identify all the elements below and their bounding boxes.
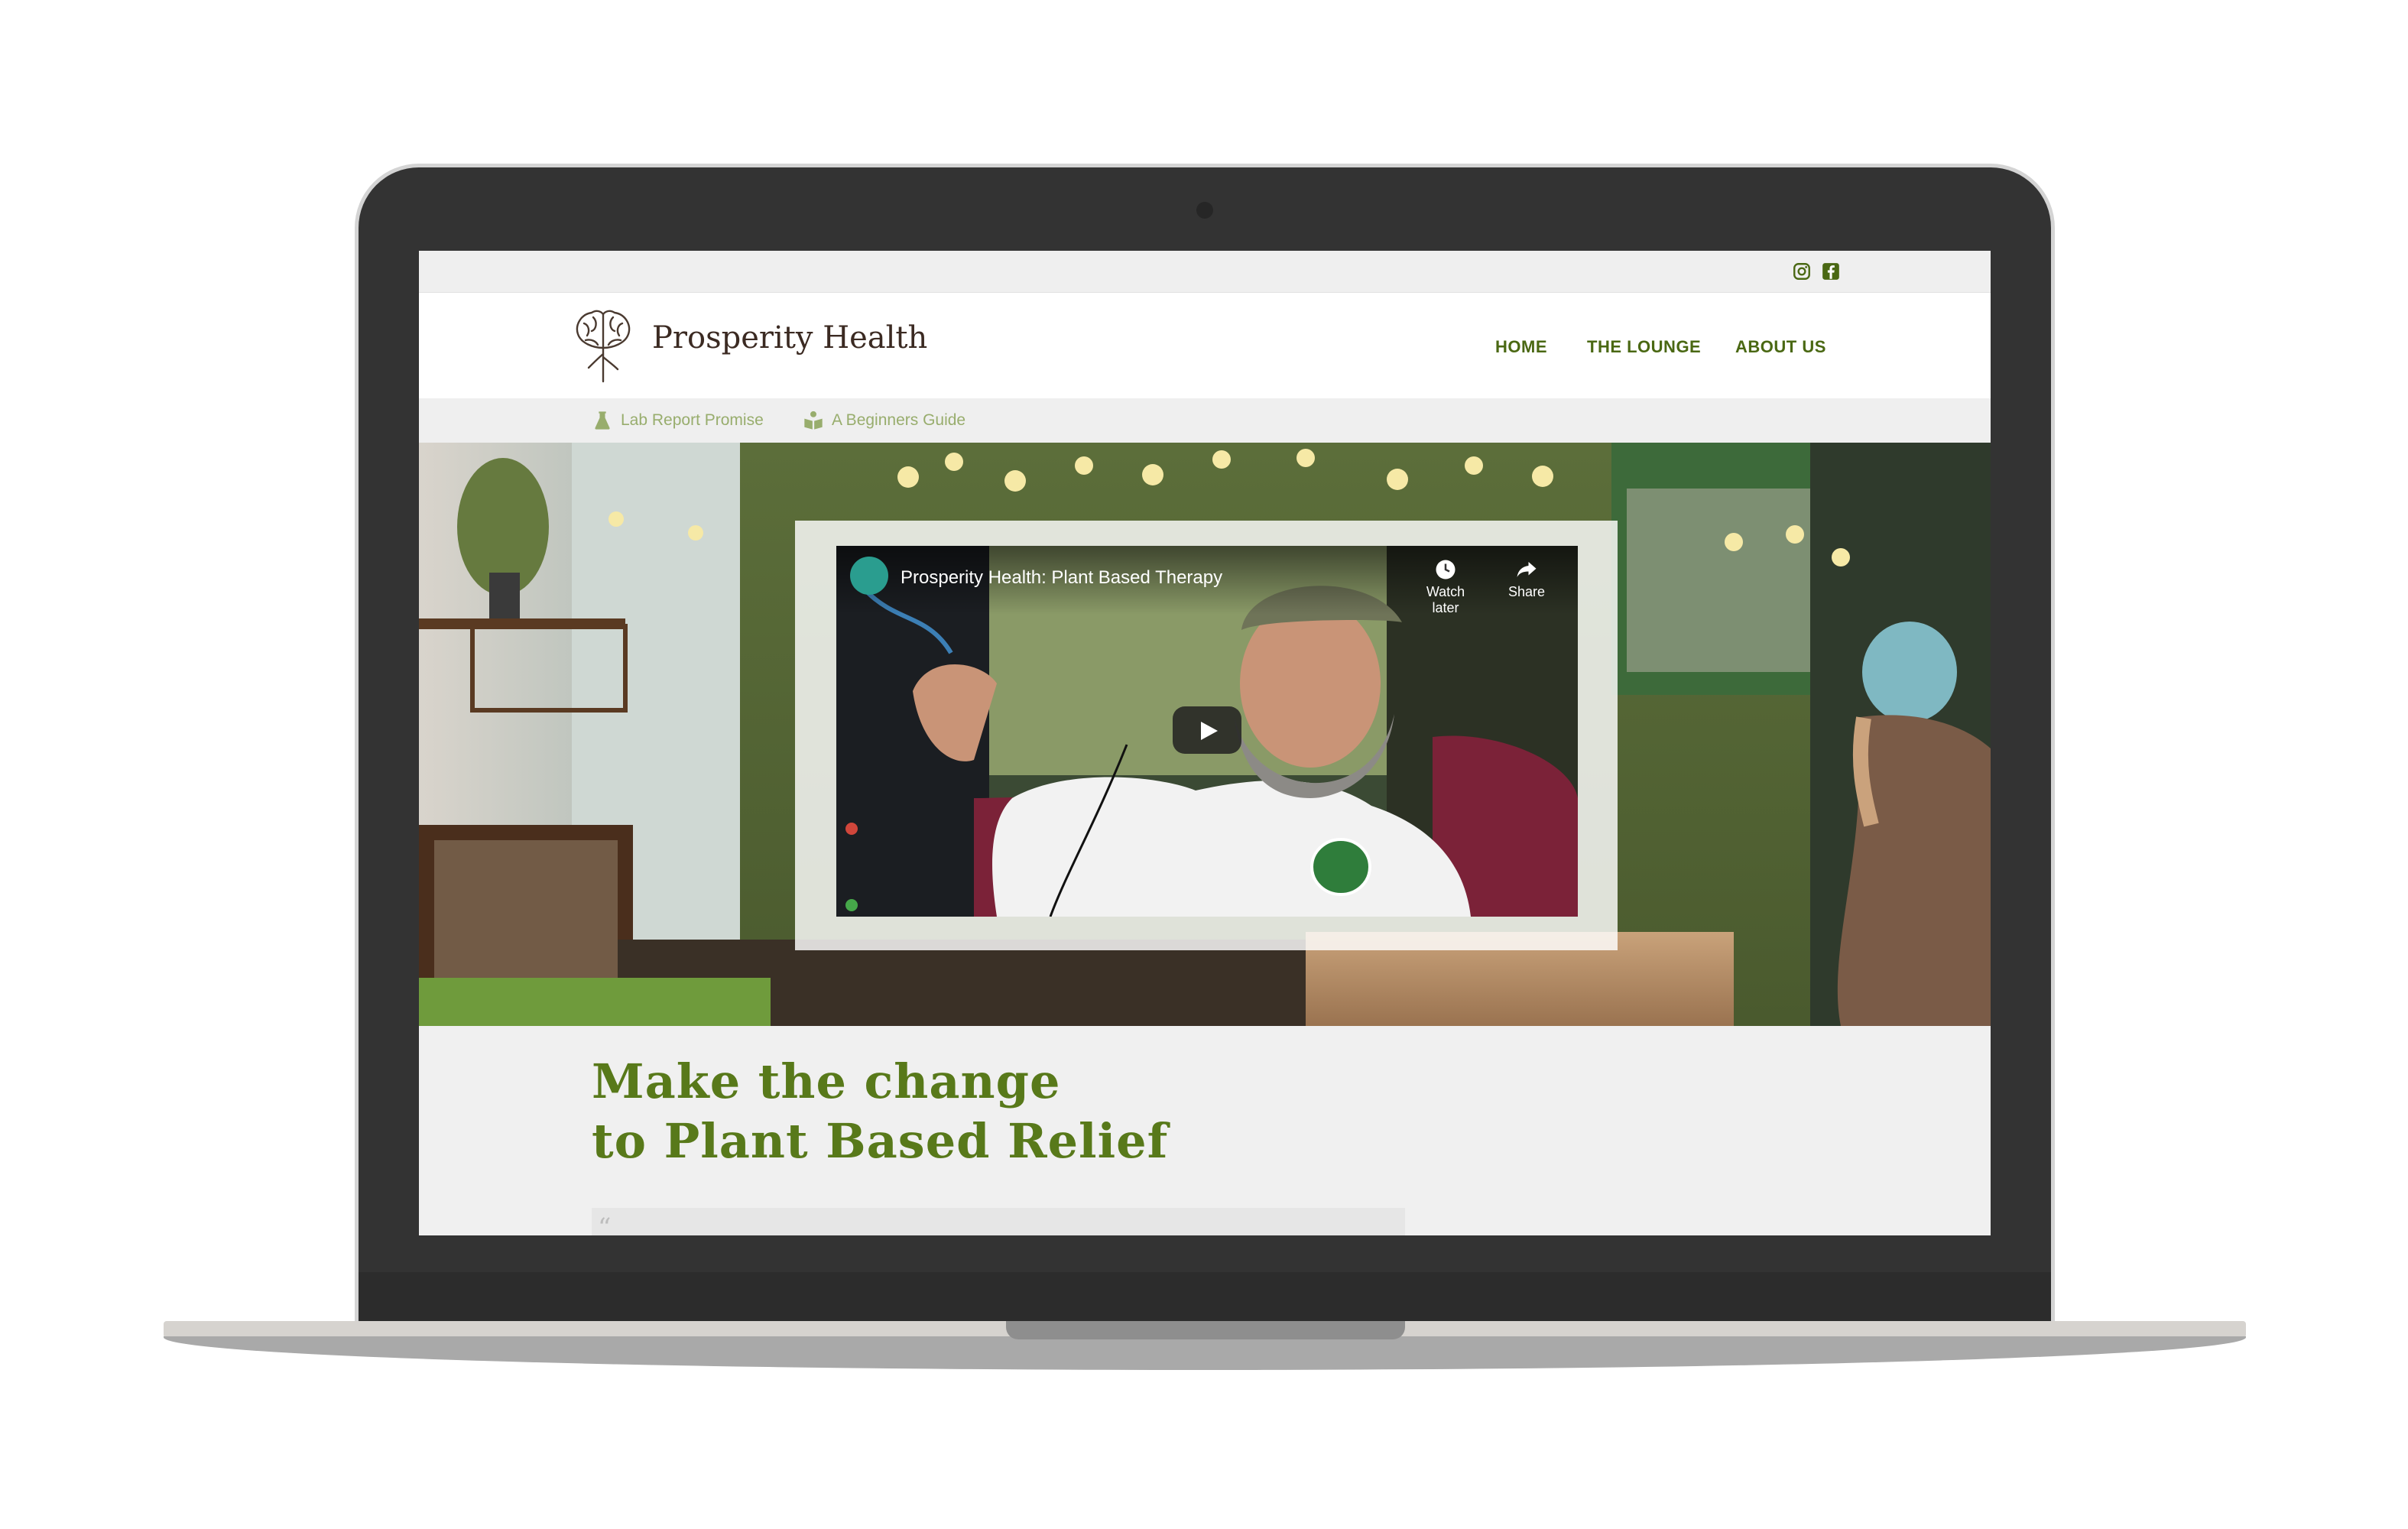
- watch-later-button[interactable]: Watch later: [1411, 558, 1480, 616]
- share-label: Share: [1507, 584, 1546, 599]
- watch-later-label: Watch later: [1426, 584, 1465, 615]
- subnav-label: A Beginners Guide: [832, 411, 966, 429]
- flask-icon: [595, 411, 610, 430]
- book-reader-icon: [804, 411, 823, 430]
- youtube-video-embed[interactable]: Prosperity Health: Plant Based Therapy W…: [836, 546, 1578, 917]
- brand-name[interactable]: Prosperity Health: [652, 320, 927, 355]
- brain-tree-logo-icon[interactable]: [570, 308, 636, 385]
- sub-navigation: Lab Report Promise A Beginners Guide: [419, 398, 1991, 443]
- page-headline: Make the change to Plant Based Relief: [592, 1052, 1168, 1171]
- channel-avatar-icon[interactable]: [850, 557, 888, 595]
- laptop-base: [164, 1336, 2246, 1370]
- share-arrow-icon: [1517, 562, 1537, 577]
- video-title[interactable]: Prosperity Health: Plant Based Therapy: [901, 567, 1222, 589]
- nav-home[interactable]: HOME: [1495, 337, 1547, 357]
- nav-the-lounge[interactable]: THE LOUNGE: [1587, 337, 1701, 357]
- subnav-lab-report-promise[interactable]: Lab Report Promise: [592, 409, 764, 432]
- quote-mark-icon: “: [598, 1212, 612, 1235]
- share-button[interactable]: Share: [1492, 558, 1561, 600]
- instagram-icon[interactable]: [1792, 261, 1812, 281]
- nav-about-us[interactable]: ABOUT US: [1735, 337, 1826, 357]
- clock-icon: [1436, 560, 1456, 579]
- headline-line-2: to Plant Based Relief: [592, 1113, 1169, 1169]
- headline-line-1: Make the change: [592, 1053, 1061, 1109]
- testimonial-quote-box: “: [592, 1208, 1405, 1235]
- hero-section: Prosperity Health: Plant Based Therapy W…: [419, 443, 1991, 1026]
- top-bar: [419, 251, 1991, 293]
- webcam: [1196, 202, 1213, 219]
- laptop-notch: [1006, 1321, 1405, 1339]
- play-button[interactable]: [1173, 706, 1241, 754]
- site-header: Prosperity Health HOME THE LOUNGE ABOUT …: [419, 293, 1991, 398]
- subnav-label: Lab Report Promise: [621, 411, 764, 429]
- facebook-icon[interactable]: [1821, 261, 1841, 281]
- subnav-beginners-guide[interactable]: A Beginners Guide: [803, 409, 965, 432]
- website-screen: Prosperity Health HOME THE LOUNGE ABOUT …: [419, 251, 1991, 1235]
